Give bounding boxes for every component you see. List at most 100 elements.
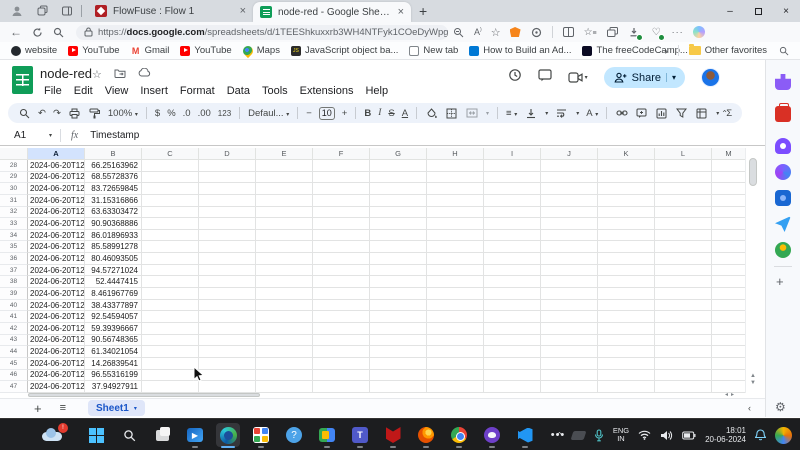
favorite-star-icon[interactable]: ☆	[491, 26, 501, 39]
weather-widget[interactable]: !	[42, 425, 68, 443]
back-icon[interactable]: ←	[10, 25, 22, 39]
column-header-M[interactable]: M	[712, 148, 745, 160]
text-rotation-icon[interactable]: A ▾	[586, 108, 598, 119]
cell-empty[interactable]	[484, 335, 541, 347]
cell-empty[interactable]	[313, 160, 370, 172]
column-header-E[interactable]: E	[256, 148, 313, 160]
taskbar-help-icon[interactable]: ?	[282, 423, 306, 447]
cell-value[interactable]: 86.01896933	[85, 230, 142, 242]
cell-empty[interactable]	[199, 346, 256, 358]
bookmark-maps[interactable]: Maps	[243, 45, 280, 56]
cell-value[interactable]: 80.46093505	[85, 253, 142, 265]
name-box[interactable]: A1 ▾	[0, 130, 60, 141]
pivot-caret[interactable]: ▾	[716, 110, 719, 117]
cell-empty[interactable]	[142, 183, 199, 195]
cell-empty[interactable]	[541, 160, 598, 172]
volume-icon[interactable]	[660, 430, 673, 441]
cell-empty[interactable]	[427, 218, 484, 230]
add-sheet-button[interactable]: +	[34, 401, 42, 416]
column-header-B[interactable]: B	[85, 148, 142, 160]
other-favorites-button[interactable]: Other favorites	[689, 45, 767, 56]
cell-timestamp[interactable]: 2024-06-20T12:2	[28, 230, 85, 242]
favorites-icon[interactable]: ☆≡	[584, 27, 597, 38]
cell-empty[interactable]	[541, 288, 598, 300]
cell-timestamp[interactable]: 2024-06-20T12:2	[28, 323, 85, 335]
google-sheets-logo[interactable]	[12, 66, 33, 94]
print-icon[interactable]	[68, 107, 81, 120]
text-wrap-caret[interactable]: ▾	[576, 110, 579, 117]
cell-empty[interactable]	[370, 160, 427, 172]
row-number[interactable]: 36	[0, 253, 28, 265]
cell-empty[interactable]	[370, 311, 427, 323]
cell-timestamp[interactable]: 2024-06-20T12:2	[28, 183, 85, 195]
row-number[interactable]: 37	[0, 265, 28, 277]
cell-empty[interactable]	[313, 311, 370, 323]
cell-empty[interactable]	[370, 207, 427, 219]
profile-icon[interactable]	[9, 3, 25, 19]
cell-empty[interactable]	[427, 276, 484, 288]
bookmark-youtube[interactable]: YouTube	[68, 45, 119, 56]
touchpad-icon[interactable]	[570, 431, 586, 440]
cell-empty[interactable]	[427, 323, 484, 335]
get-addons-button[interactable]: +	[776, 274, 784, 289]
cell-empty[interactable]	[427, 370, 484, 382]
cell-empty[interactable]	[598, 358, 655, 370]
taskbar-start-icon[interactable]	[84, 423, 108, 447]
collections-icon[interactable]	[606, 26, 619, 39]
cell-empty[interactable]	[256, 358, 313, 370]
cell-empty[interactable]	[199, 358, 256, 370]
cell-timestamp[interactable]: 2024-06-20T12:2	[28, 218, 85, 230]
cell-empty[interactable]	[427, 241, 484, 253]
taskbar-chrome-icon[interactable]	[447, 423, 471, 447]
cell-timestamp[interactable]: 2024-06-20T12:2	[28, 311, 85, 323]
bookmark-javascript-object-ba[interactable]: JSJavaScript object ba...	[291, 45, 398, 56]
cell-value[interactable]: 83.72659845	[85, 183, 142, 195]
taskbar-taskview-icon[interactable]	[150, 423, 174, 447]
wifi-icon[interactable]	[638, 430, 651, 440]
cell-empty[interactable]	[427, 230, 484, 242]
cell-empty[interactable]	[256, 218, 313, 230]
cell-value[interactable]: 63.63303472	[85, 207, 142, 219]
cell-empty[interactable]	[199, 195, 256, 207]
column-header-L[interactable]: L	[655, 148, 712, 160]
cell-empty[interactable]	[484, 276, 541, 288]
share-dropdown[interactable]: ▾	[666, 73, 681, 82]
cell-empty[interactable]	[598, 230, 655, 242]
cell-value[interactable]: 92.54594057	[85, 311, 142, 323]
cell-empty[interactable]	[142, 288, 199, 300]
cell-empty[interactable]	[427, 381, 484, 393]
document-title[interactable]: node-red	[40, 66, 92, 81]
cell-empty[interactable]	[655, 241, 712, 253]
cell-empty[interactable]	[199, 265, 256, 277]
cell-empty[interactable]	[598, 241, 655, 253]
row-number[interactable]: 46	[0, 370, 28, 382]
cell-empty[interactable]	[598, 346, 655, 358]
cell-empty[interactable]	[256, 207, 313, 219]
cell-value[interactable]: 66.25163962	[85, 160, 142, 172]
cell-empty[interactable]	[484, 195, 541, 207]
column-header-F[interactable]: F	[313, 148, 370, 160]
close-window-button[interactable]: ×	[772, 0, 800, 22]
cell-empty[interactable]	[541, 300, 598, 312]
row-number[interactable]: 33	[0, 218, 28, 230]
row-number[interactable]: 41	[0, 311, 28, 323]
cell-empty[interactable]	[598, 172, 655, 184]
column-header-J[interactable]: J	[541, 148, 598, 160]
new-tab-button[interactable]: +	[419, 3, 427, 19]
metamask-icon[interactable]	[510, 27, 521, 37]
cell-empty[interactable]	[313, 323, 370, 335]
cell-empty[interactable]	[427, 207, 484, 219]
cell-empty[interactable]	[427, 265, 484, 277]
horizontal-scrollbar[interactable]: ◂▸	[28, 393, 745, 398]
cell-empty[interactable]	[313, 346, 370, 358]
merge-cells-icon[interactable]	[465, 107, 478, 120]
cell-empty[interactable]	[541, 335, 598, 347]
strikethrough-button[interactable]: S	[388, 108, 394, 119]
row-number[interactable]: 42	[0, 323, 28, 335]
cell-empty[interactable]	[370, 265, 427, 277]
bookmarks-overflow-chevron-icon[interactable]: ›	[665, 46, 668, 56]
cell-empty[interactable]	[199, 381, 256, 393]
cell-empty[interactable]	[541, 276, 598, 288]
menu-help[interactable]: Help	[359, 84, 394, 98]
taskbar-edge-icon[interactable]	[216, 423, 240, 447]
